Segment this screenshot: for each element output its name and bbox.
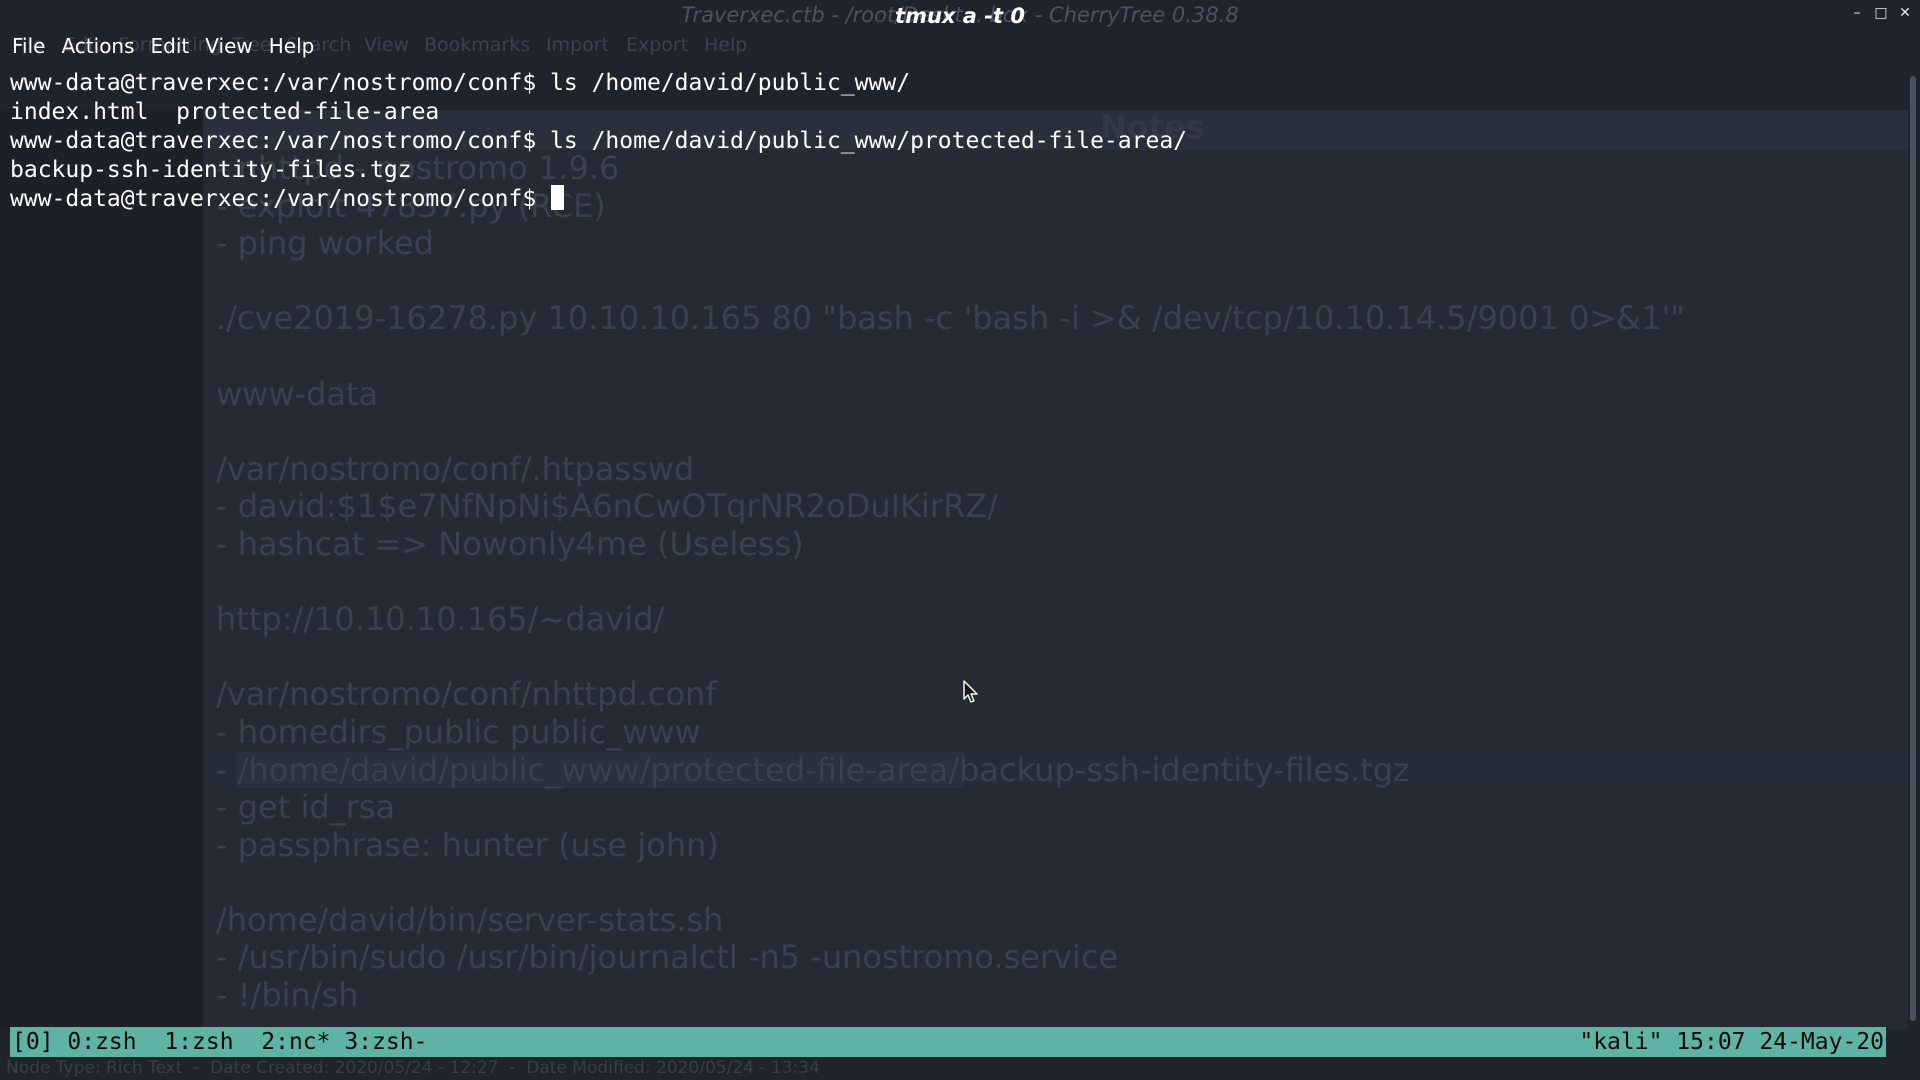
terminal-output[interactable]: www-data@traverxec:/var/nostromo/conf$ l… [10, 69, 1187, 214]
menu-file[interactable]: File [4, 32, 53, 60]
scrollbar-thumb[interactable] [1910, 76, 1916, 1021]
desktop: Traverxec.ctb - /root/Deskt... box - Che… [0, 0, 1920, 1080]
text-cursor [551, 185, 565, 210]
terminal-line: backup-ssh-identity-files.tgz [10, 157, 412, 183]
menu-actions[interactable]: Actions [53, 32, 142, 60]
terminal-titlebar[interactable]: tmux a -t 0 – □ ✕ [0, 0, 1920, 32]
terminal-title: tmux a -t 0 [895, 4, 1025, 28]
terminal-prompt: www-data@traverxec:/var/nostromo/conf$ [10, 186, 551, 212]
terminal-menubar: File Actions Edit View Help [0, 32, 322, 60]
terminal-line: www-data@traverxec:/var/nostromo/conf$ l… [10, 70, 911, 96]
menu-view[interactable]: View [197, 32, 260, 60]
terminal-line: index.html protected-file-area [10, 99, 440, 125]
maximize-icon[interactable]: □ [1872, 4, 1890, 22]
window-controls: – □ ✕ [1848, 4, 1914, 22]
menu-help[interactable]: Help [261, 32, 323, 60]
terminal-line: www-data@traverxec:/var/nostromo/conf$ l… [10, 128, 1188, 154]
terminal-prompt-line[interactable]: www-data@traverxec:/var/nostromo/conf$ [10, 185, 1187, 214]
minimize-icon[interactable]: – [1848, 4, 1866, 22]
tmux-status-bar: [0] 0:zsh 1:zsh 2:nc* 3:zsh- "kali" 15:0… [10, 1027, 1886, 1057]
tmux-window-list: [0] 0:zsh 1:zsh 2:nc* 3:zsh- [12, 1029, 428, 1055]
mouse-pointer-icon [963, 680, 978, 703]
menu-edit[interactable]: Edit [143, 32, 198, 60]
close-icon[interactable]: ✕ [1896, 4, 1914, 22]
tmux-host-clock: "kali" 15:07 24-May-20 [1579, 1029, 1884, 1055]
terminal-window[interactable]: tmux a -t 0 – □ ✕ File Actions Edit View… [0, 0, 1920, 1080]
terminal-scrollbar[interactable] [1910, 76, 1916, 1021]
